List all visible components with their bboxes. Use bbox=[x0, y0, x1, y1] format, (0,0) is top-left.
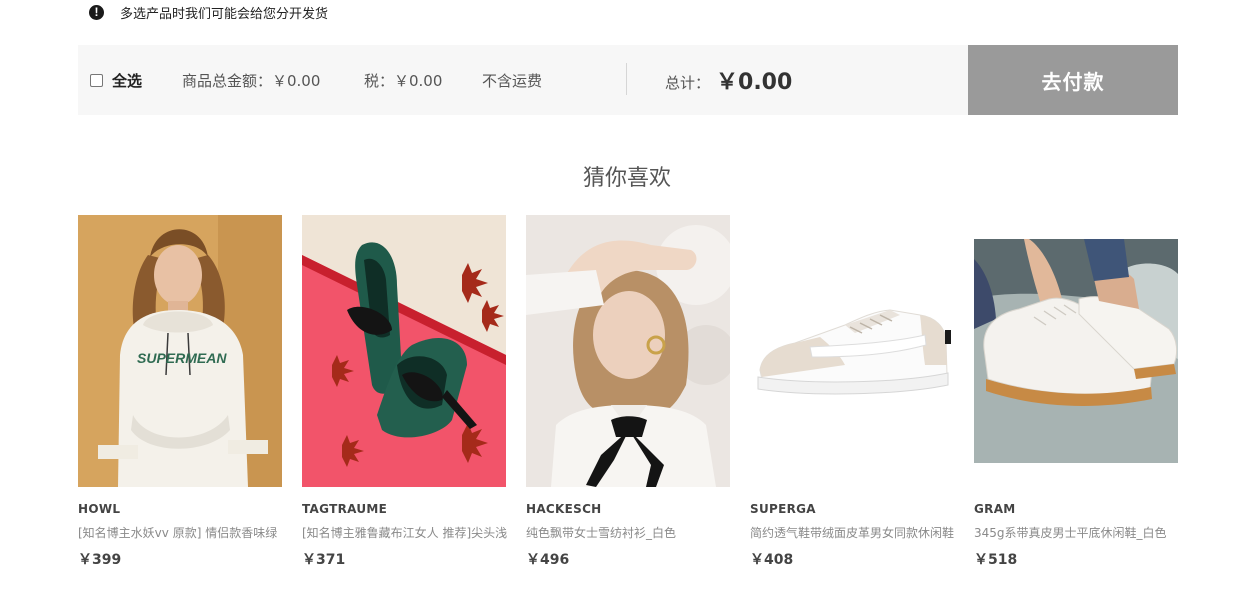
recommend-title: 猜你喜欢 bbox=[582, 166, 671, 191]
select-all-control[interactable]: 全选 bbox=[90, 45, 142, 115]
product-image[interactable]: SUPERMEAN bbox=[78, 215, 282, 487]
product-price: ￥371 bbox=[302, 552, 346, 568]
product-price: ￥496 bbox=[526, 552, 570, 568]
cart-summary-bar: 全选 商品总金额：￥0.00 税：￥0.00 不含运费 总计： ￥0.00 去付… bbox=[78, 45, 1178, 115]
product-description: [知名博主雅鲁藏布江女人 推荐]尖头浅 bbox=[302, 526, 508, 540]
product-price: ￥408 bbox=[750, 552, 794, 568]
product-description: 简约透气鞋带绒面皮革男女同款休闲鞋 bbox=[750, 526, 955, 540]
select-all-label: 全选 bbox=[112, 71, 143, 90]
product-image[interactable] bbox=[750, 215, 954, 487]
goods-total-amount: 商品总金额：￥0.00 bbox=[182, 71, 321, 90]
svg-text:SUPERMEAN: SUPERMEAN bbox=[137, 350, 227, 366]
product-brand: GRAM bbox=[974, 502, 1016, 516]
product-description: 345g系带真皮男士平底休闲鞋_白色 bbox=[974, 526, 1167, 540]
product-card[interactable]: HACKESCH 纯色飘带女士雪纺衬衫_白色 ￥496 bbox=[526, 215, 730, 585]
product-brand: HACKESCH bbox=[526, 502, 602, 516]
recommend-product-list: SUPERMEAN HOWL [知名博主水妖vv 原款] 情侣款香味绿 ￥399 bbox=[78, 215, 1178, 585]
product-brand: TAGTRAUME bbox=[302, 502, 388, 516]
checkout-button[interactable]: 去付款 bbox=[968, 45, 1178, 115]
shipping-note: 不含运费 bbox=[482, 71, 543, 90]
shipping-notice: ! 多选产品时我们可能会给您分开发货 bbox=[89, 2, 328, 22]
product-description: 纯色飘带女士雪纺衬衫_白色 bbox=[526, 526, 677, 540]
product-card[interactable]: SUPERMEAN HOWL [知名博主水妖vv 原款] 情侣款香味绿 ￥399 bbox=[78, 215, 282, 585]
grand-total: 总计： ￥0.00 bbox=[665, 45, 792, 115]
select-all-checkbox[interactable] bbox=[90, 73, 103, 87]
total-label: 总计： bbox=[665, 73, 711, 92]
product-image[interactable] bbox=[974, 239, 1178, 463]
total-value: ￥0.00 bbox=[716, 70, 793, 95]
product-card[interactable]: TAGTRAUME [知名博主雅鲁藏布江女人 推荐]尖头浅 ￥371 bbox=[302, 215, 507, 585]
product-card[interactable]: SUPERGA 简约透气鞋带绒面皮革男女同款休闲鞋 ￥408 bbox=[750, 215, 954, 585]
product-card[interactable]: GRAM 345g系带真皮男士平底休闲鞋_白色 ￥518 bbox=[974, 215, 1178, 585]
product-image[interactable] bbox=[302, 215, 506, 487]
product-price: ￥399 bbox=[78, 552, 122, 568]
tax-amount: 税：￥0.00 bbox=[364, 71, 443, 90]
exclamation-icon: ! bbox=[89, 4, 104, 20]
product-brand: HOWL bbox=[78, 502, 121, 516]
product-price: ￥518 bbox=[974, 552, 1018, 568]
product-image[interactable] bbox=[526, 215, 730, 487]
shipping-notice-text: 多选产品时我们可能会给您分开发货 bbox=[120, 6, 329, 22]
divider bbox=[626, 63, 627, 95]
product-brand: SUPERGA bbox=[750, 502, 816, 516]
product-description: [知名博主水妖vv 原款] 情侣款香味绿 bbox=[78, 526, 278, 540]
